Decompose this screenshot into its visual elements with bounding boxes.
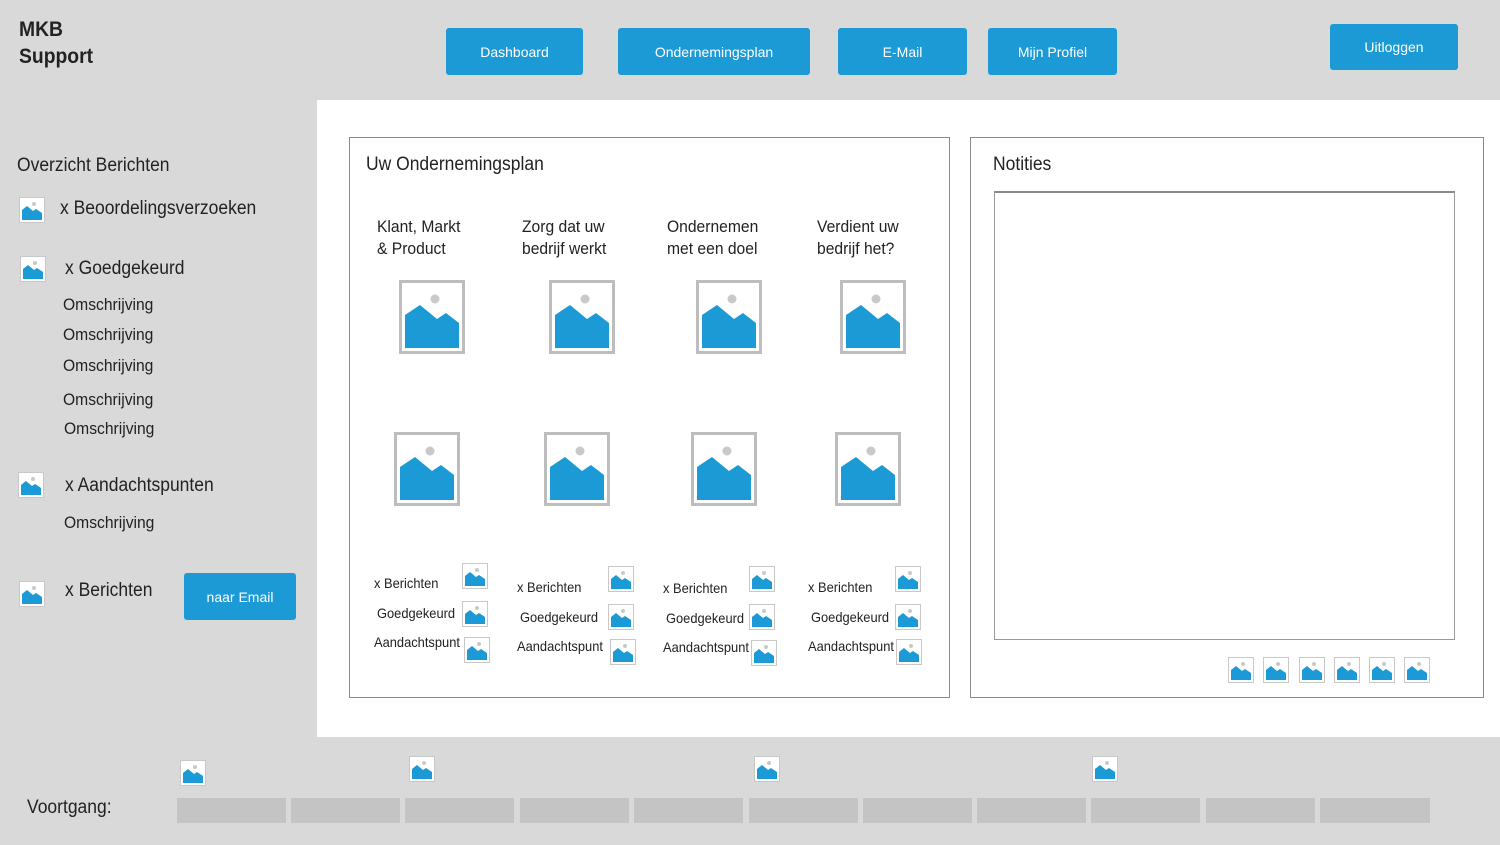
image-placeholder-icon[interactable]	[840, 280, 906, 354]
image-placeholder-icon	[896, 639, 922, 665]
image-placeholder-icon[interactable]	[1299, 657, 1325, 683]
image-placeholder-icon	[751, 640, 777, 666]
stat-aandachtspunt: Aandachtspunt	[374, 634, 460, 650]
ondernemingsplan-title: Uw Ondernemingsplan	[366, 154, 544, 175]
stat-berichten: x Berichten	[808, 579, 873, 595]
stat-aandachtspunt: Aandachtspunt	[808, 638, 894, 654]
stat-goedgekeurd: Goedgekeurd	[520, 609, 599, 625]
image-placeholder-icon	[462, 563, 488, 589]
progress-segment	[749, 798, 858, 823]
progress-segment	[520, 798, 629, 823]
image-placeholder-icon	[19, 197, 45, 223]
image-placeholder-icon[interactable]	[1369, 657, 1395, 683]
image-placeholder-icon	[895, 566, 921, 592]
image-placeholder-icon	[18, 472, 44, 498]
image-placeholder-icon	[1092, 756, 1118, 782]
aandachtspunt-item[interactable]: Omschrijving	[64, 513, 154, 533]
stat-goedgekeurd: Goedgekeurd	[666, 610, 745, 626]
progress-segment	[291, 798, 400, 823]
notes-panel: Notities	[970, 137, 1484, 698]
image-placeholder-icon[interactable]	[1263, 657, 1289, 683]
image-placeholder-icon[interactable]	[835, 432, 901, 506]
goedgekeurd-item[interactable]: Omschrijving	[63, 390, 153, 410]
image-placeholder-icon	[180, 760, 206, 786]
image-placeholder-icon[interactable]	[549, 280, 615, 354]
stat-berichten: x Berichten	[517, 579, 582, 595]
progress-segment	[405, 798, 514, 823]
image-placeholder-icon	[608, 604, 634, 630]
stat-berichten: x Berichten	[663, 580, 728, 596]
image-placeholder-icon	[608, 566, 634, 592]
nav-profile-button[interactable]: Mijn Profiel	[988, 28, 1117, 75]
image-placeholder-icon[interactable]	[399, 280, 465, 354]
image-placeholder-icon	[464, 637, 490, 663]
image-placeholder-icon[interactable]	[1334, 657, 1360, 683]
category-title: Ondernemen met een doel	[667, 217, 759, 258]
nav-dashboard-button[interactable]: Dashboard	[446, 28, 583, 75]
category-title: Verdient uw bedrijf het?	[817, 217, 899, 258]
image-placeholder-icon	[895, 604, 921, 630]
category-title: Zorg dat uw bedrijf werkt	[522, 217, 607, 258]
nav-ondernemingsplan-button[interactable]: Ondernemingsplan	[618, 28, 810, 75]
progress-segment	[1091, 798, 1200, 823]
image-placeholder-icon	[610, 639, 636, 665]
image-placeholder-icon[interactable]	[691, 432, 757, 506]
brand-line-2: Support	[19, 45, 94, 68]
beoordelingsverzoeken-link[interactable]: x Beoordelingsverzoeken	[60, 198, 256, 220]
image-placeholder-icon	[462, 601, 488, 627]
image-placeholder-icon	[749, 566, 775, 592]
notes-textarea[interactable]	[994, 191, 1455, 640]
image-placeholder-icon[interactable]	[1228, 657, 1254, 683]
image-placeholder-icon[interactable]	[696, 280, 762, 354]
naar-email-button[interactable]: naar Email	[184, 573, 296, 620]
brand-logo: MKB Support	[19, 16, 93, 70]
progress-segment	[977, 798, 1086, 823]
ondernemingsplan-panel: Uw Ondernemingsplan Klant, Markt & Produ…	[349, 137, 950, 698]
progress-segment	[1320, 798, 1430, 823]
image-placeholder-icon	[749, 604, 775, 630]
notes-title: Notities	[993, 154, 1052, 175]
stat-aandachtspunt: Aandachtspunt	[517, 638, 603, 654]
sidebar-title: Overzicht Berichten	[17, 155, 170, 176]
progress-segment	[863, 798, 972, 823]
image-placeholder-icon[interactable]	[394, 432, 460, 506]
progress-segment	[634, 798, 743, 823]
goedgekeurd-item[interactable]: Omschrijving	[64, 419, 154, 439]
progress-label: Voortgang:	[27, 797, 112, 818]
stat-aandachtspunt: Aandachtspunt	[663, 639, 749, 655]
stat-goedgekeurd: Goedgekeurd	[377, 605, 456, 621]
image-placeholder-icon	[19, 581, 45, 607]
logout-button[interactable]: Uitloggen	[1330, 24, 1458, 70]
image-placeholder-icon	[409, 756, 435, 782]
stat-berichten: x Berichten	[374, 575, 439, 591]
progress-segment	[1206, 798, 1315, 823]
image-placeholder-icon	[754, 756, 780, 782]
nav-email-button[interactable]: E-Mail	[838, 28, 967, 75]
stat-goedgekeurd: Goedgekeurd	[811, 609, 890, 625]
image-placeholder-icon	[20, 256, 46, 282]
berichten-link[interactable]: x Berichten	[65, 580, 152, 602]
goedgekeurd-item[interactable]: Omschrijving	[63, 356, 153, 376]
brand-line-1: MKB	[19, 18, 64, 41]
goedgekeurd-item[interactable]: Omschrijving	[63, 295, 153, 315]
goedgekeurd-link[interactable]: x Goedgekeurd	[65, 258, 185, 280]
aandachtspunten-link[interactable]: x Aandachtspunten	[65, 475, 214, 497]
category-title: Klant, Markt & Product	[377, 217, 461, 258]
goedgekeurd-item[interactable]: Omschrijving	[63, 325, 153, 345]
image-placeholder-icon[interactable]	[1404, 657, 1430, 683]
image-placeholder-icon[interactable]	[544, 432, 610, 506]
progress-segment	[177, 798, 286, 823]
